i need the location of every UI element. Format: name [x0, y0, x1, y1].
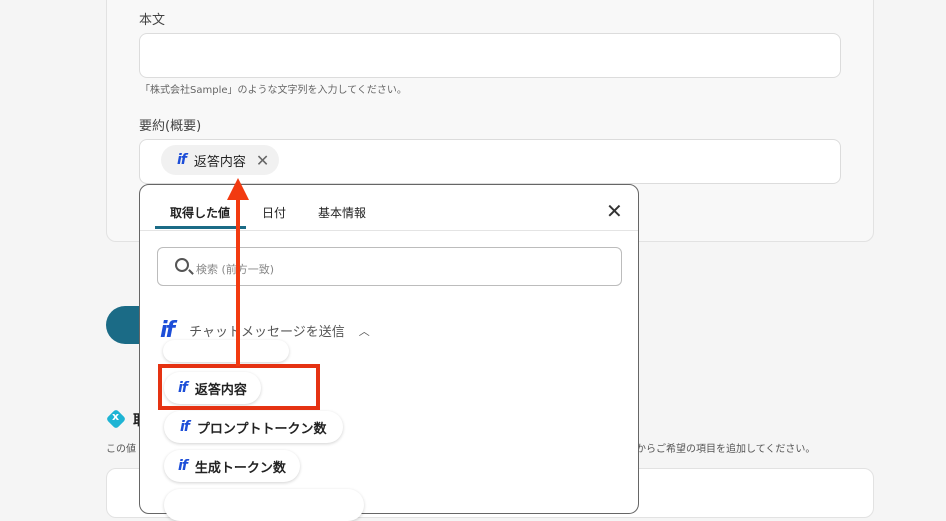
if-logo-icon: if — [180, 419, 190, 435]
section-desc-start: この値 — [106, 444, 136, 455]
tab-bar: 取得した値 日付 基本情報 — [140, 185, 638, 231]
list-item[interactable]: if プロンプトトークン数 — [164, 411, 343, 443]
chevron-up-icon[interactable]: ︿ — [359, 323, 370, 339]
tab-basic-info[interactable]: 基本情報 — [318, 204, 366, 221]
list-item-label: プロンプトトークン数 — [196, 421, 327, 437]
body-hint: 「株式会社Sample」のような文字列を入力してください。 — [140, 85, 407, 96]
body-label: 本文 — [139, 13, 166, 28]
if-logo-icon: if — [177, 152, 187, 168]
tab-fetched-values[interactable]: 取得した値 — [170, 204, 230, 221]
section-desc-end: からご希望の項目を追加してください。 — [636, 444, 816, 455]
close-icon[interactable]: ✕ — [606, 199, 623, 223]
annotation-arrow-line — [236, 196, 240, 366]
list-item[interactable]: if 生成トークン数 — [164, 450, 300, 482]
active-tab-indicator — [155, 226, 246, 229]
tab-date[interactable]: 日付 — [262, 204, 286, 221]
list-item-label: 生成トークン数 — [194, 460, 286, 476]
search-input[interactable]: 検索 (前方一致) — [157, 247, 622, 286]
search-icon — [175, 258, 189, 272]
remove-token-icon[interactable]: ✕ — [256, 151, 269, 170]
if-logo-icon: if — [178, 458, 188, 474]
summary-token-chip[interactable]: if 返答内容 ✕ — [161, 145, 280, 175]
list-item-partial[interactable] — [164, 489, 364, 521]
annotation-arrow-head — [227, 178, 249, 200]
body-input[interactable] — [139, 33, 841, 78]
list-item-partial[interactable] — [163, 340, 289, 362]
highlight-box — [158, 364, 320, 410]
summary-token-label: 返答内容 — [193, 154, 246, 170]
summary-label: 要約(概要) — [139, 119, 202, 134]
group-title: チャットメッセージを送信 — [189, 325, 345, 340]
